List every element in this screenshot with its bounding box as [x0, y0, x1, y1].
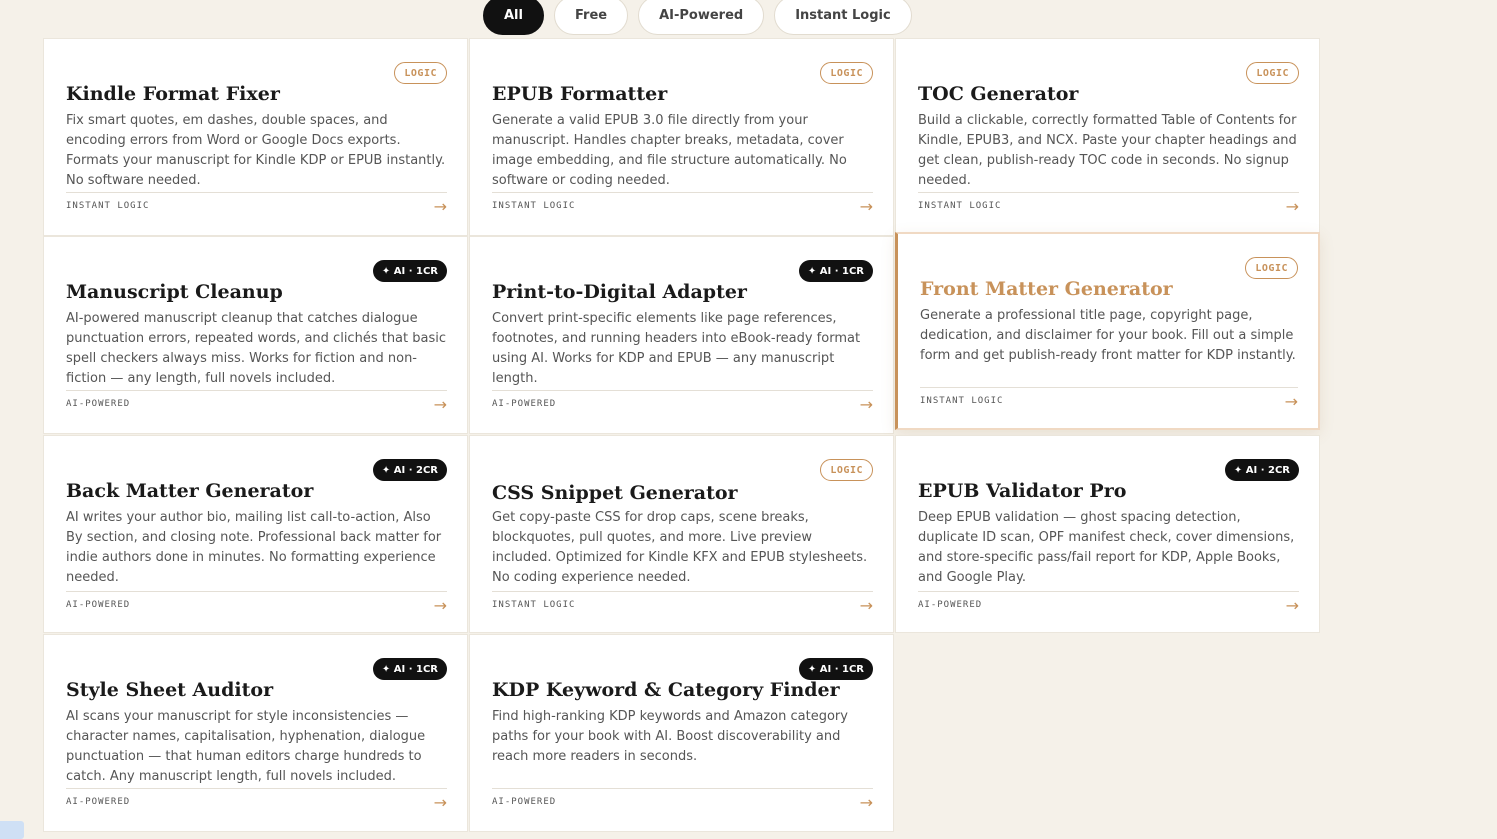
card-description: Generate a valid EPUB 3.0 file directly …	[492, 111, 875, 191]
card-description: Get copy-paste CSS for drop caps, scene …	[492, 508, 875, 588]
card-type-label: AI-POWERED	[66, 399, 130, 409]
card-footer: AI-POWERED →	[66, 390, 447, 417]
card-description: Find high-ranking KDP keywords and Amazo…	[492, 707, 875, 767]
logic-badge: LOGIC	[820, 62, 873, 84]
card-type-label: INSTANT LOGIC	[492, 201, 575, 211]
card-description: Deep EPUB validation — ghost spacing det…	[918, 508, 1301, 588]
tool-card-epub-validator-pro[interactable]: ✦ AI · 2CR EPUB Validator Pro Deep EPUB …	[895, 435, 1320, 633]
ai-credit-badge: ✦ AI · 1CR	[373, 260, 447, 282]
card-title: EPUB Validator Pro	[918, 480, 1126, 502]
corner-tooltip	[0, 821, 24, 839]
card-title: KDP Keyword & Category Finder	[492, 679, 840, 701]
filter-all[interactable]: All	[483, 0, 544, 35]
tool-card-epub-formatter[interactable]: LOGIC EPUB Formatter Generate a valid EP…	[469, 38, 894, 236]
card-description: AI-powered manuscript cleanup that catch…	[66, 309, 449, 389]
card-type-label: INSTANT LOGIC	[918, 201, 1001, 211]
card-footer: INSTANT LOGIC →	[920, 387, 1298, 414]
arrow-right-icon[interactable]: →	[860, 395, 873, 414]
card-title: Front Matter Generator	[920, 278, 1173, 300]
card-description: Build a clickable, correctly formatted T…	[918, 111, 1301, 191]
card-title: Style Sheet Auditor	[66, 679, 273, 701]
logic-badge: LOGIC	[394, 62, 447, 84]
card-description: AI scans your manuscript for style incon…	[66, 707, 449, 787]
card-type-label: INSTANT LOGIC	[492, 600, 575, 610]
card-type-label: AI-POWERED	[492, 797, 556, 807]
tool-card-print-to-digital-adapter[interactable]: ✦ AI · 1CR Print-to-Digital Adapter Conv…	[469, 236, 894, 434]
card-type-label: AI-POWERED	[918, 600, 982, 610]
card-footer: INSTANT LOGIC →	[492, 192, 873, 219]
card-footer: INSTANT LOGIC →	[492, 591, 873, 618]
card-footer: AI-POWERED →	[66, 788, 447, 815]
tool-card-kdp-keyword-category-finder[interactable]: ✦ AI · 1CR KDP Keyword & Category Finder…	[469, 634, 894, 832]
arrow-right-icon[interactable]: →	[860, 793, 873, 812]
tool-card-kindle-format-fixer[interactable]: LOGIC Kindle Format Fixer Fix smart quot…	[43, 38, 468, 236]
logic-badge: LOGIC	[1245, 257, 1298, 279]
arrow-right-icon[interactable]: →	[1285, 392, 1298, 411]
logic-badge: LOGIC	[1246, 62, 1299, 84]
arrow-right-icon[interactable]: →	[1286, 197, 1299, 216]
filter-ai-powered[interactable]: AI-Powered	[638, 0, 764, 35]
card-title: TOC Generator	[918, 83, 1078, 105]
card-footer: AI-POWERED →	[492, 788, 873, 815]
ai-credit-badge: ✦ AI · 1CR	[373, 658, 447, 680]
card-title: CSS Snippet Generator	[492, 482, 738, 504]
arrow-right-icon[interactable]: →	[434, 197, 447, 216]
card-footer: INSTANT LOGIC →	[918, 192, 1299, 219]
filter-instant-logic[interactable]: Instant Logic	[774, 0, 912, 35]
arrow-right-icon[interactable]: →	[434, 793, 447, 812]
tool-card-css-snippet-generator[interactable]: LOGIC CSS Snippet Generator Get copy-pas…	[469, 435, 894, 633]
arrow-right-icon[interactable]: →	[434, 596, 447, 615]
ai-credit-badge: ✦ AI · 2CR	[1225, 459, 1299, 481]
card-type-label: INSTANT LOGIC	[920, 396, 1003, 406]
card-title: Manuscript Cleanup	[66, 281, 283, 303]
card-description: Fix smart quotes, em dashes, double spac…	[66, 111, 449, 191]
card-description: AI writes your author bio, mailing list …	[66, 508, 449, 588]
card-description: Convert print-specific elements like pag…	[492, 309, 875, 389]
card-title: EPUB Formatter	[492, 83, 667, 105]
card-type-label: AI-POWERED	[66, 797, 130, 807]
logic-badge: LOGIC	[820, 459, 873, 481]
arrow-right-icon[interactable]: →	[434, 395, 447, 414]
tool-card-back-matter-generator[interactable]: ✦ AI · 2CR Back Matter Generator AI writ…	[43, 435, 468, 633]
tool-card-toc-generator[interactable]: LOGIC TOC Generator Build a clickable, c…	[895, 38, 1320, 236]
ai-credit-badge: ✦ AI · 2CR	[373, 459, 447, 481]
card-type-label: INSTANT LOGIC	[66, 201, 149, 211]
card-type-label: AI-POWERED	[66, 600, 130, 610]
card-type-label: AI-POWERED	[492, 399, 556, 409]
card-footer: AI-POWERED →	[918, 591, 1299, 618]
filter-free[interactable]: Free	[554, 0, 628, 35]
arrow-right-icon[interactable]: →	[860, 197, 873, 216]
tool-card-manuscript-cleanup[interactable]: ✦ AI · 1CR Manuscript Cleanup AI-powered…	[43, 236, 468, 434]
ai-credit-badge: ✦ AI · 1CR	[799, 260, 873, 282]
filter-bar: All Free AI-Powered Instant Logic	[483, 0, 912, 35]
ai-credit-badge: ✦ AI · 1CR	[799, 658, 873, 680]
card-title: Print-to-Digital Adapter	[492, 281, 747, 303]
card-footer: AI-POWERED →	[492, 390, 873, 417]
tool-card-front-matter-generator[interactable]: LOGIC Front Matter Generator Generate a …	[895, 232, 1320, 430]
arrow-right-icon[interactable]: →	[1286, 596, 1299, 615]
card-title: Kindle Format Fixer	[66, 83, 280, 105]
tool-card-style-sheet-auditor[interactable]: ✦ AI · 1CR Style Sheet Auditor AI scans …	[43, 634, 468, 832]
arrow-right-icon[interactable]: →	[860, 596, 873, 615]
card-description: Generate a professional title page, copy…	[920, 306, 1300, 366]
card-footer: AI-POWERED →	[66, 591, 447, 618]
card-footer: INSTANT LOGIC →	[66, 192, 447, 219]
card-title: Back Matter Generator	[66, 480, 313, 502]
